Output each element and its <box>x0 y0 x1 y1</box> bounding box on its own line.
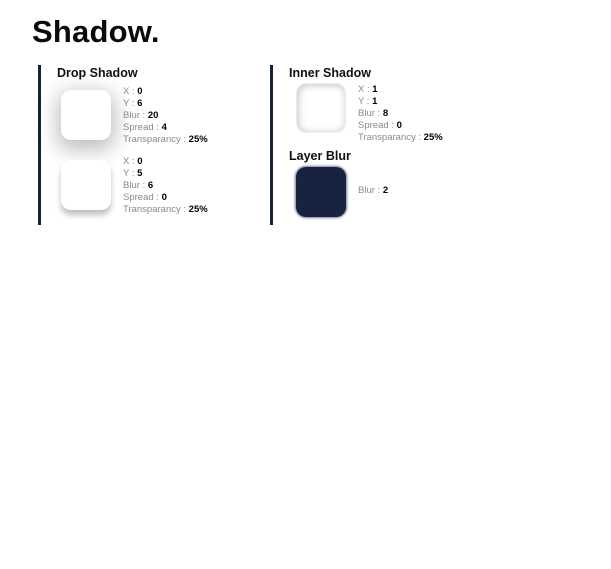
drop-shadow-swatch-1 <box>61 90 111 140</box>
inner-shadow-swatch <box>296 83 346 133</box>
spread-value: 0 <box>161 192 167 203</box>
blur-label: Blur <box>358 108 375 119</box>
blur-label: Blur <box>123 180 140 191</box>
x-value: 1 <box>372 84 378 95</box>
blur-value: 6 <box>147 180 154 191</box>
layer-blur-props: Blur : 2 <box>358 185 389 196</box>
drop-shadow-section: Drop Shadow X : 0 Y : 6 Blur : 20 Spread… <box>38 65 256 225</box>
y-value: 6 <box>137 98 143 109</box>
y-value: 1 <box>372 96 378 107</box>
y-value: 5 <box>137 168 143 179</box>
spread-label: Spread <box>123 122 154 133</box>
inner-shadow-props: X : 1 Y : 1 Blur : 8 Spread : 0 Transpar… <box>358 84 443 143</box>
spread-label: Spread <box>358 120 389 131</box>
transparency-value: 25% <box>423 132 443 143</box>
inner-shadow-section: Inner Shadow X : 1 Y : 1 Blur : 8 Spread… <box>270 65 533 225</box>
spread-value: 4 <box>161 122 167 133</box>
transparency-label: Transparancy <box>358 132 416 143</box>
blur-label: Blur <box>123 110 140 121</box>
x-value: 0 <box>137 156 143 167</box>
blur-value: 20 <box>147 110 159 121</box>
transparency-label: Transparancy <box>123 134 181 145</box>
layer-blur-title: Layer Blur <box>289 149 351 163</box>
inner-shadow-title: Inner Shadow <box>289 66 371 80</box>
blur-value: 2 <box>382 185 389 196</box>
drop-shadow-props-1: X : 0 Y : 6 Blur : 20 Spread : 4 Transpa… <box>123 86 208 145</box>
blur-value: 8 <box>382 108 389 119</box>
drop-shadow-props-2: X : 0 Y : 5 Blur : 6 Spread : 0 Transpar… <box>123 156 208 215</box>
page-title: Shadow. <box>32 14 160 49</box>
layer-blur-swatch <box>296 167 346 217</box>
spread-label: Spread <box>123 192 154 203</box>
blur-label: Blur <box>358 185 375 196</box>
drop-shadow-title: Drop Shadow <box>57 66 138 80</box>
transparency-value: 25% <box>188 204 208 215</box>
transparency-label: Transparancy <box>123 204 181 215</box>
spread-value: 0 <box>396 120 402 131</box>
x-value: 0 <box>137 86 143 97</box>
drop-shadow-swatch-2 <box>61 160 111 210</box>
transparency-value: 25% <box>188 134 208 145</box>
